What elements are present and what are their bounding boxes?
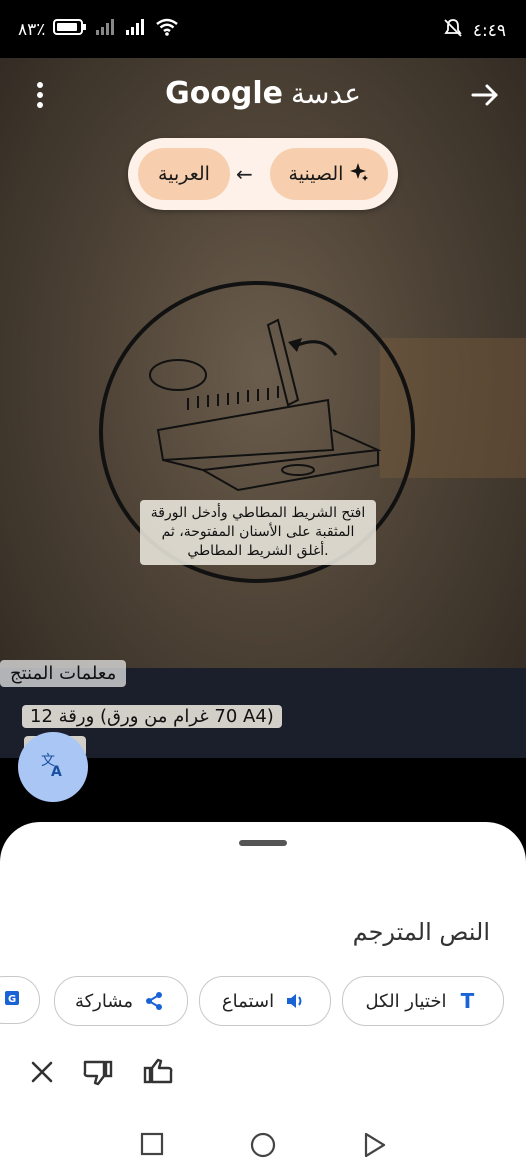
status-right: ٤:٤٩ <box>443 18 506 43</box>
overlay-line: أغلق الشريط المطاطي. <box>187 543 329 559</box>
app-title: Google عدسة <box>0 76 526 111</box>
translated-paper-capacity[interactable]: 12 ورقة (70 غرام من ورق A4) <box>22 705 282 728</box>
target-language-label: العربية <box>158 163 210 185</box>
share-button[interactable]: مشاركة <box>54 976 188 1026</box>
close-icon[interactable] <box>24 1054 60 1090</box>
language-selector: العربية ← الصينية <box>128 138 398 210</box>
home-icon[interactable] <box>250 1132 276 1162</box>
share-icon <box>141 991 167 1011</box>
source-language-label: الصينية <box>288 163 344 185</box>
thumb-down-icon[interactable] <box>80 1054 116 1090</box>
translate-icon: 文A <box>39 751 67 783</box>
signal-icon <box>125 18 147 41</box>
select-all-button[interactable]: اختيار الكل T <box>342 976 504 1026</box>
sheet-drag-handle[interactable] <box>239 840 287 846</box>
mute-icon <box>443 18 463 43</box>
sheet-title: النص المترجم <box>352 918 490 946</box>
translate-fab[interactable]: 文A <box>18 732 88 802</box>
lens-top-bar: Google عدسة <box>0 58 526 138</box>
chip-label: استماع <box>221 990 275 1012</box>
svg-text:A: A <box>51 764 62 779</box>
back-icon[interactable] <box>362 1132 386 1162</box>
system-nav-bar <box>0 1112 526 1175</box>
status-bar: ٨٣٪ ٤:٤٩ <box>0 0 526 58</box>
battery-percent: ٨٣٪ <box>18 19 46 40</box>
listen-icon <box>282 992 308 1010</box>
chip-label: مشاركة <box>74 990 134 1012</box>
overlay-line: افتح الشريط المطاطي وأدخل الورقة <box>150 505 366 521</box>
translate-chip-partial[interactable]: G <box>0 976 40 1024</box>
signal-icon <box>95 18 117 41</box>
translate-icon: G <box>1 990 27 1010</box>
listen-button[interactable]: استماع <box>199 976 331 1026</box>
source-language-button[interactable]: الصينية <box>270 148 388 200</box>
svg-text:G: G <box>8 994 16 1005</box>
sparkle-icon <box>349 162 369 187</box>
thumb-up-icon[interactable] <box>140 1054 176 1090</box>
status-left: ٨٣٪ <box>18 18 179 41</box>
direction-arrow: ← <box>236 162 253 186</box>
overlay-line: المثقبة على الأسنان المفتوحة، ثم <box>161 524 355 540</box>
chip-label: اختيار الكل <box>365 990 447 1012</box>
translated-product-params[interactable]: معلمات المنتج <box>0 660 127 687</box>
google-brand: Google <box>165 76 284 111</box>
app-name: عدسة <box>291 77 361 110</box>
translated-instruction[interactable]: افتح الشريط المطاطي وأدخل الورقة المثقبة… <box>140 500 376 565</box>
text-select-icon: T <box>460 989 475 1013</box>
clock: ٤:٤٩ <box>472 20 506 41</box>
wifi-icon <box>155 18 179 41</box>
target-language-button[interactable]: العربية <box>138 148 230 200</box>
recents-icon[interactable] <box>140 1132 164 1160</box>
battery-icon <box>53 18 87 41</box>
arrow-right-icon[interactable] <box>470 80 500 110</box>
